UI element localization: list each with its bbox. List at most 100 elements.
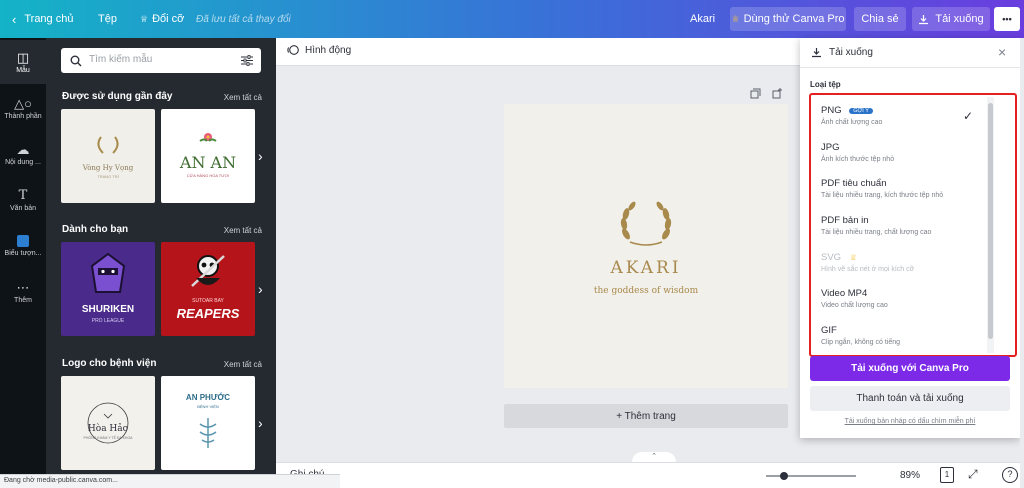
scrollbar-thumb[interactable] bbox=[988, 103, 993, 339]
checkmark-icon: ✓ bbox=[963, 109, 974, 123]
animate-label: Hình động bbox=[305, 44, 352, 56]
resize-button[interactable]: ♕ Đổi cỡ bbox=[140, 0, 184, 38]
template-thumbnail[interactable]: AN PHƯỚC BỆNH VIỆN bbox=[161, 376, 255, 470]
download-icon bbox=[919, 14, 929, 24]
close-icon[interactable]: × bbox=[998, 44, 1006, 60]
rail-item-more[interactable]: ⋯ Thêm bbox=[0, 270, 46, 314]
file-type-option-mp4[interactable]: Video MP4 Video chất lượng cao bbox=[821, 288, 991, 309]
download-label: Tải xuống bbox=[935, 13, 984, 25]
option-description: Tài liệu nhiều trang, chất lượng cao bbox=[821, 229, 932, 236]
chevron-right-icon[interactable]: › bbox=[258, 281, 263, 297]
template-thumbnail[interactable]: SUTOAR BAY REAPERS bbox=[161, 242, 255, 336]
document-name[interactable]: Akari bbox=[690, 0, 715, 38]
rail-item-templates[interactable]: ◫ Mẫu bbox=[0, 40, 46, 84]
page-count: 1 bbox=[944, 470, 950, 479]
share-button[interactable]: Chia sẻ bbox=[854, 7, 906, 31]
try-pro-button[interactable]: ♕ Dùng thử Canva Pro bbox=[730, 7, 846, 31]
text-icon: T bbox=[18, 187, 28, 203]
section-title: Logo cho bệnh viện bbox=[62, 358, 157, 369]
file-type-option-svg[interactable]: SVG ♕ Hình vẽ sắc nét ở mọi kích cỡ bbox=[821, 252, 991, 273]
download-panel-header: Tải xuống × bbox=[800, 38, 1020, 68]
browser-status-bar: Đang chờ media-public.canva.com... bbox=[0, 474, 340, 488]
template-icon: ◫ bbox=[16, 49, 30, 65]
download-panel: Tải xuống × Loại tệp PNG GỢI Ý Ảnh chất … bbox=[800, 38, 1020, 438]
saved-status: Đã lưu tất cả thay đổi bbox=[196, 13, 291, 25]
laurel-wreath-icon bbox=[620, 201, 672, 246]
zoom-level[interactable]: 89% bbox=[900, 470, 920, 481]
template-thumbnail[interactable]: Vòng Hy Vọng TRANG TRÍ bbox=[61, 109, 155, 203]
chevron-left-icon: ‹ bbox=[12, 11, 17, 27]
animate-button[interactable]: Hình động bbox=[287, 44, 351, 56]
design-page[interactable]: Akari the goddess of wisdom bbox=[504, 104, 788, 388]
rail-item-logos[interactable]: Biểu tượn... bbox=[0, 224, 46, 268]
option-name: GIF bbox=[821, 325, 837, 336]
add-page-button[interactable]: + Thêm trang bbox=[504, 404, 788, 428]
rail-item-elements[interactable]: △○ Thành phần bbox=[0, 86, 46, 130]
thumbnail-title: REAPERS bbox=[176, 306, 240, 321]
pay-and-download-button[interactable]: Thanh toán và tải xuống bbox=[810, 386, 1010, 411]
see-all-link[interactable]: Xem tất cả bbox=[224, 226, 262, 235]
zoom-slider[interactable] bbox=[766, 472, 856, 480]
rail-item-uploads[interactable]: ☁ Nội dung ... bbox=[0, 132, 46, 176]
template-thumbnail[interactable]: SHURIKEN PRO LEAGUE bbox=[61, 242, 155, 336]
flower-icon bbox=[199, 133, 217, 142]
rail-item-text[interactable]: T Văn bản bbox=[0, 178, 46, 222]
page-count-button[interactable]: 1 bbox=[940, 467, 954, 483]
option-description: Video chất lượng cao bbox=[821, 302, 888, 309]
thumbnail-subtitle: TRANG TRÍ bbox=[97, 174, 119, 179]
chevron-right-icon[interactable]: › bbox=[258, 148, 263, 164]
option-description: Tài liệu nhiều trang, kích thước tệp nhỏ bbox=[821, 192, 944, 199]
left-rail: ◫ Mẫu △○ Thành phần ☁ Nội dung ... T Văn… bbox=[0, 38, 46, 488]
thumbnail-title: Hòa Hảo bbox=[87, 424, 129, 434]
free-watermark-download-link[interactable]: Tải xuống bản nháp có dấu chìm miễn phí bbox=[800, 418, 1020, 425]
thumbnail-title: AN PHƯỚC bbox=[185, 393, 231, 402]
section-title: Được sử dụng gần đây bbox=[62, 91, 173, 102]
list-scrollbar[interactable] bbox=[987, 97, 994, 353]
rail-label: Nội dung ... bbox=[5, 158, 41, 166]
design-title[interactable]: Akari bbox=[504, 258, 788, 278]
ninja-mascot-icon bbox=[90, 252, 126, 293]
rail-label: Văn bản bbox=[9, 204, 37, 212]
zoom-slider-handle[interactable] bbox=[780, 472, 788, 480]
option-name: PNG bbox=[821, 105, 842, 116]
filter-icon[interactable] bbox=[241, 55, 253, 66]
help-label: ? bbox=[1007, 469, 1013, 479]
thumbnail-subtitle: SUTOAR BAY bbox=[192, 298, 224, 304]
file-type-option-pdf-standard[interactable]: PDF tiêu chuẩn Tài liệu nhiều trang, kíc… bbox=[821, 178, 991, 199]
file-type-option-jpg[interactable]: JPG Ảnh kích thước tệp nhỏ bbox=[821, 142, 991, 163]
file-menu[interactable]: Tệp bbox=[98, 0, 117, 38]
option-description: Clip ngắn, không có tiếng bbox=[821, 339, 900, 346]
page-scrollbar[interactable] bbox=[1020, 38, 1024, 488]
skull-mascot-icon bbox=[191, 255, 225, 287]
see-all-link[interactable]: Xem tất cả bbox=[224, 360, 262, 369]
thumbnail-title: Vòng Hy Vọng bbox=[82, 164, 134, 172]
option-name: PDF tiêu chuẩn bbox=[821, 178, 887, 189]
expand-pages-tab[interactable]: ⌃ bbox=[632, 452, 676, 462]
option-description: Ảnh kích thước tệp nhỏ bbox=[821, 156, 895, 163]
rail-label: Thành phần bbox=[4, 112, 42, 120]
file-type-option-gif[interactable]: GIF Clip ngắn, không có tiếng bbox=[821, 325, 991, 346]
see-all-link[interactable]: Xem tất cả bbox=[224, 93, 262, 102]
rail-label: Biểu tượn... bbox=[4, 250, 42, 257]
template-thumbnail[interactable]: AN AN CỬA HÀNG HOA TƯƠI bbox=[161, 109, 255, 203]
home-button[interactable]: ‹ Trang chủ bbox=[12, 0, 73, 38]
fullscreen-icon[interactable]: ⤢ bbox=[968, 467, 978, 482]
download-button[interactable]: Tải xuống bbox=[912, 7, 990, 31]
laurel-icon bbox=[97, 136, 119, 154]
thumbnail-subtitle: CỬA HÀNG HOA TƯƠI bbox=[186, 173, 230, 178]
more-menu-button[interactable]: ••• bbox=[994, 7, 1020, 31]
chevron-right-icon[interactable]: › bbox=[258, 415, 263, 431]
file-type-label: Loại tệp bbox=[810, 80, 841, 89]
template-thumbnail[interactable]: Hòa Hảo PHÒNG KHÁM Y TẾ ĐA KHOA bbox=[61, 376, 155, 470]
option-name: JPG bbox=[821, 142, 840, 153]
crown-icon: ♕ bbox=[140, 13, 149, 24]
animation-icon bbox=[287, 45, 299, 55]
help-button[interactable]: ? bbox=[1002, 467, 1018, 483]
design-subtitle[interactable]: the goddess of wisdom bbox=[504, 286, 788, 296]
duplicate-page-icon[interactable] bbox=[750, 88, 761, 99]
template-search[interactable]: Tìm kiếm mẫu bbox=[61, 48, 261, 73]
file-type-list: PNG GỢI Ý Ảnh chất lượng cao ✓ JPG Ảnh k… bbox=[809, 93, 1017, 357]
add-page-icon[interactable] bbox=[772, 88, 783, 99]
download-with-pro-button[interactable]: Tải xuống với Canva Pro bbox=[810, 356, 1010, 381]
file-type-option-pdf-print[interactable]: PDF bản in Tài liệu nhiều trang, chất lư… bbox=[821, 215, 991, 236]
